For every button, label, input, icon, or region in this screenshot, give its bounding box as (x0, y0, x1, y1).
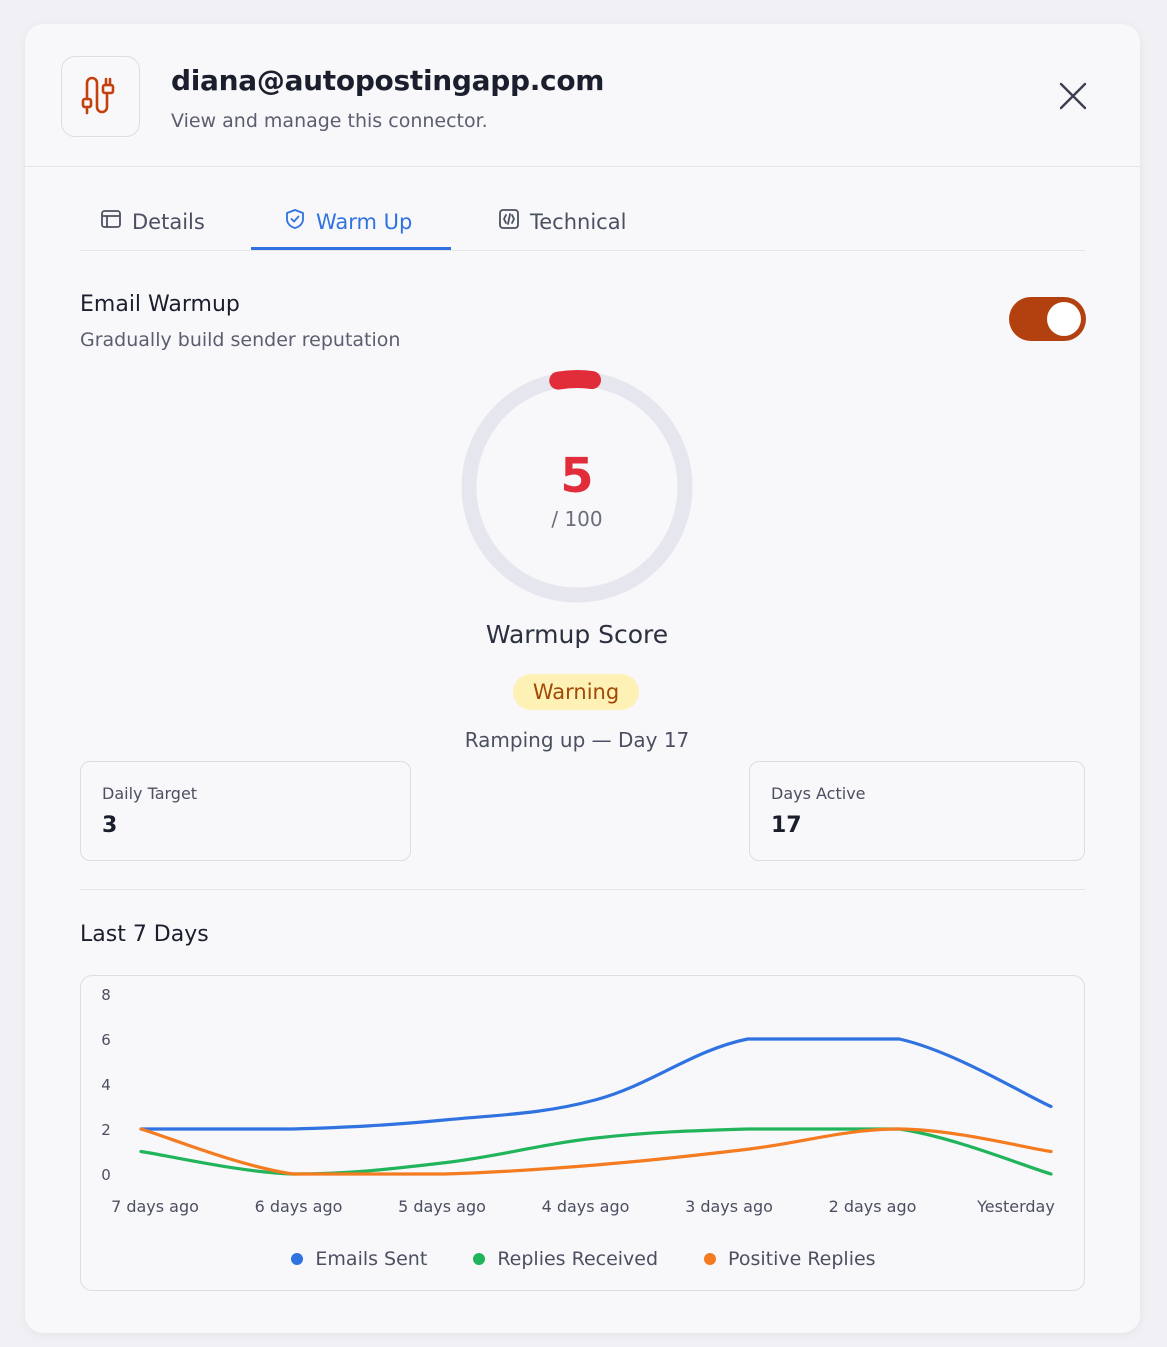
modal-header: diana@autopostingapp.com View and manage… (25, 24, 1140, 167)
ramping-status: Ramping up — Day 17 (464, 728, 690, 752)
y-tick-label: 2 (101, 1121, 111, 1139)
email-warmup-subtitle: Gradually build sender reputation (80, 329, 401, 351)
warmup-toggle[interactable] (1009, 297, 1086, 341)
series-line-replies-received (139, 1127, 1053, 1176)
section-divider (80, 889, 1085, 890)
legend-label: Positive Replies (728, 1248, 876, 1270)
table-icon (100, 208, 122, 235)
series-line-positive-replies (139, 1127, 1053, 1176)
active-tab-indicator (251, 247, 451, 250)
y-tick-label: 4 (101, 1076, 111, 1094)
days-active-label: Days Active (771, 784, 866, 803)
y-tick-label: 8 (101, 986, 111, 1004)
legend-label: Replies Received (497, 1248, 659, 1270)
legend-item[interactable]: Emails Sent (291, 1248, 427, 1270)
tab-details[interactable]: Details (100, 192, 205, 251)
email-warmup-title: Email Warmup (80, 292, 240, 317)
activity-chart-card: 0 2 4 6 8 7 days ago 6 days ago 5 days ago 4 day… (80, 975, 1085, 1291)
close-button[interactable] (1051, 76, 1095, 120)
legend-dot (473, 1253, 486, 1265)
tab-technical-label: Technical (530, 209, 627, 234)
warmup-score-value: 5 (560, 448, 594, 504)
connector-logo (61, 56, 140, 137)
code-icon (498, 208, 520, 235)
plug-icon (79, 73, 123, 121)
x-tick-label: 7 days ago (111, 1197, 199, 1216)
legend-label: Emails Sent (315, 1248, 428, 1270)
status-badge: Warning (513, 674, 639, 710)
y-tick-label: 0 (101, 1166, 111, 1184)
legend-item[interactable]: Replies Received (473, 1248, 658, 1270)
legend-dot (291, 1253, 304, 1265)
tab-warm-up-label: Warm Up (316, 209, 413, 234)
tab-warm-up[interactable]: Warm Up (284, 192, 412, 251)
connector-email: diana@autopostingapp.com (171, 64, 605, 97)
days-active-card: Days Active 17 (749, 761, 1085, 861)
x-tick-label: 5 days ago (398, 1197, 486, 1216)
y-tick-label: 6 (101, 1031, 111, 1049)
x-tick-label: 2 days ago (829, 1197, 917, 1216)
connector-subtitle: View and manage this connector. (171, 110, 488, 132)
days-active-value: 17 (771, 813, 802, 838)
x-tick-label: 3 days ago (685, 1197, 773, 1216)
tab-technical[interactable]: Technical (498, 192, 626, 251)
chart-section-title: Last 7 Days (80, 922, 209, 947)
tab-details-label: Details (132, 209, 205, 234)
x-tick-label: 4 days ago (542, 1197, 630, 1216)
toggle-knob (1047, 302, 1081, 336)
chart-legend: Emails Sent Replies Received Positive Repl… (81, 1248, 1086, 1270)
shield-check-icon (284, 208, 306, 235)
close-icon (1058, 81, 1088, 115)
series-line-emails-sent (139, 1037, 1053, 1131)
warmup-score-max: / 100 (551, 507, 603, 531)
legend-dot (704, 1253, 717, 1265)
daily-target-card: Daily Target 3 (80, 761, 411, 861)
activity-line-chart: 0 2 4 6 8 7 days ago 6 days ago 5 days ago 4 day… (101, 986, 1055, 1216)
x-tick-label: 6 days ago (255, 1197, 343, 1216)
warmup-score-label: Warmup Score (485, 620, 669, 649)
tab-bar: Details Warm Up Technical (80, 192, 1085, 251)
legend-item[interactable]: Positive Replies (704, 1248, 876, 1270)
daily-target-label: Daily Target (102, 784, 198, 803)
daily-target-value: 3 (102, 813, 118, 838)
x-tick-label: Yesterday (976, 1197, 1055, 1216)
connector-modal: diana@autopostingapp.com View and manage… (25, 24, 1140, 1333)
